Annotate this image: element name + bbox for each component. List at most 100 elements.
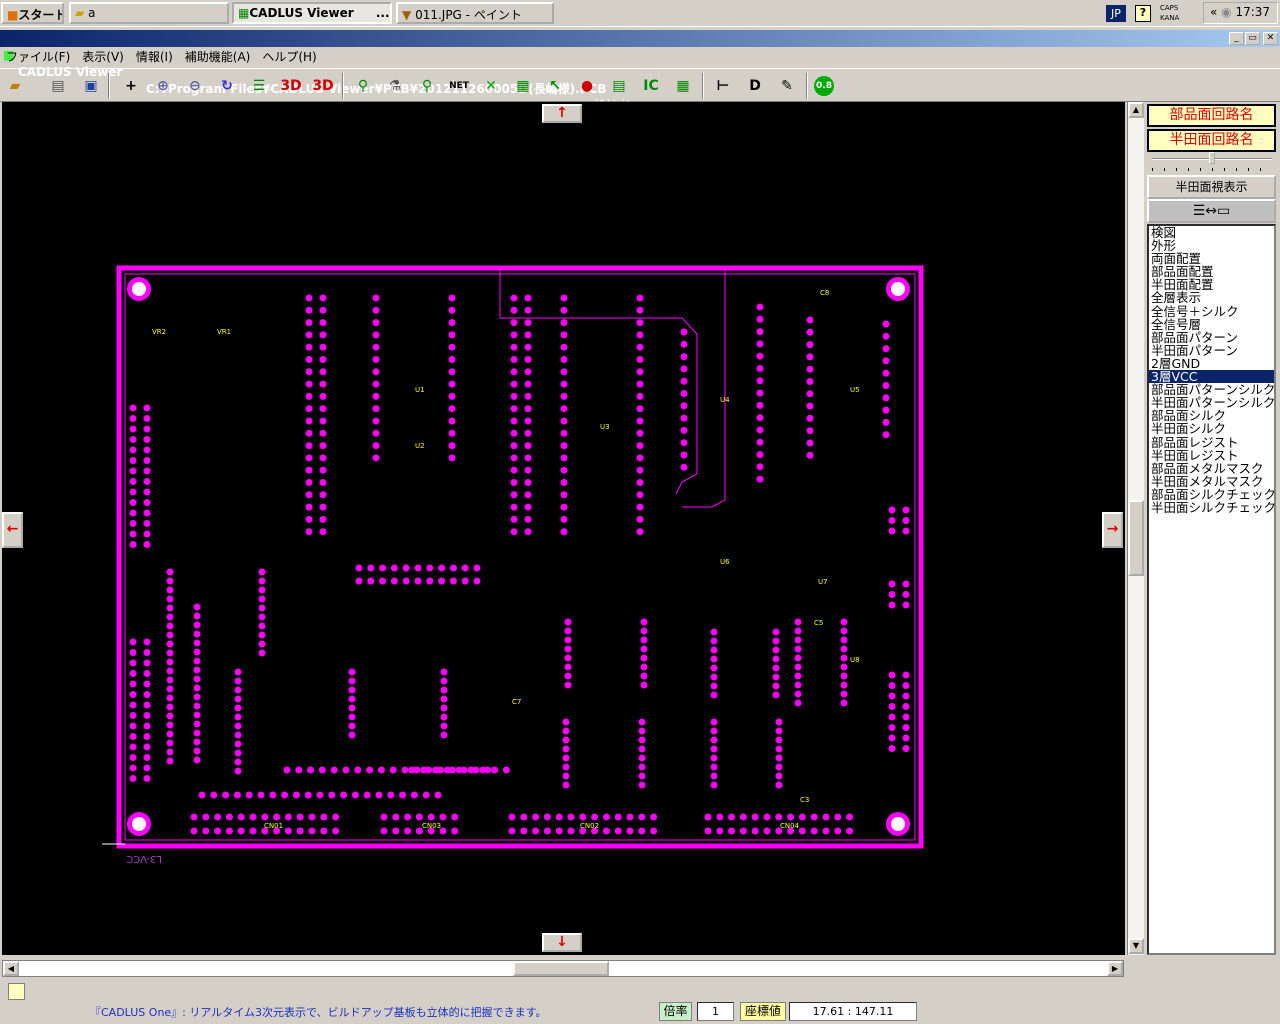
tray-expand-button[interactable]: « <box>1210 5 1217 19</box>
scroll-left-arrow-icon[interactable]: ◀ <box>3 961 19 976</box>
pad <box>710 664 718 672</box>
layer-item[interactable]: 半田面シルクチェック <box>1149 501 1274 514</box>
start-button[interactable]: ■スタート <box>1 2 64 24</box>
scroll-left-button[interactable]: ← <box>2 512 23 548</box>
pad <box>888 703 896 710</box>
layer-list[interactable]: 検図 外形 両面配置 部品面配置 半田面配置 全層表示 全信号＋シルク 全信号層 部品面パターン… <box>1147 224 1276 955</box>
slider-thumb[interactable] <box>1209 152 1215 164</box>
pad <box>166 685 174 693</box>
pad <box>318 766 326 774</box>
pcb-canvas[interactable]: CN01 CN02 CN03 CN04 C3 C5 C7 C8 U1 U2 U3 U4 U5 U6 U7 U8… <box>2 102 1125 955</box>
menu-view[interactable]: 表示(V) <box>82 50 124 64</box>
scroll-thumb[interactable] <box>1128 500 1144 576</box>
net-trace-icon[interactable]: ⚲ <box>350 74 376 98</box>
pad <box>129 743 137 751</box>
pad <box>249 827 257 835</box>
menu-help[interactable]: ヘルプ(H) <box>262 50 316 64</box>
horizontal-scrollbar[interactable]: ◀ ▶ <box>2 960 1124 977</box>
ratsnest-icon[interactable]: ✕ <box>478 74 504 98</box>
task-folder-a[interactable]: ▰ a <box>69 2 229 24</box>
pad <box>319 368 327 376</box>
comment-icon[interactable]: ✎ <box>774 74 800 98</box>
pad <box>372 454 380 462</box>
pad <box>510 380 518 388</box>
3d-view-icon[interactable]: 3D <box>310 74 336 98</box>
pad <box>794 636 802 644</box>
help-icon[interactable]: ? <box>1135 5 1151 22</box>
measure-icon[interactable]: ⊢ <box>710 74 736 98</box>
layer-item[interactable]: 部品面レジスト <box>1149 435 1274 448</box>
search-net-icon[interactable]: ⚲ <box>414 74 440 98</box>
print-icon[interactable]: ▤ <box>45 74 71 98</box>
task-cadlus-viewer[interactable]: ▦CADLUS Viewer ... <box>232 2 392 24</box>
minimize-button[interactable]: _ <box>1229 32 1244 45</box>
zoom-in-icon[interactable]: ⊕ <box>150 74 176 98</box>
ime-indicator[interactable]: JP <box>1106 5 1126 22</box>
layer-item[interactable]: 全層表示 <box>1149 291 1274 304</box>
menu-tools[interactable]: 補助機能(A) <box>185 50 251 64</box>
version-icon[interactable]: 0.8 <box>814 76 834 96</box>
scroll-up-arrow-icon[interactable]: ▲ <box>1128 102 1144 118</box>
close-button[interactable]: ✕ <box>1263 32 1278 45</box>
scroll-right-arrow-icon[interactable]: ▶ <box>1107 961 1123 976</box>
part-search-icon[interactable]: ▦ <box>670 74 696 98</box>
ic-search-icon[interactable]: IC <box>638 74 664 98</box>
pad <box>319 442 327 450</box>
zoom-out-icon[interactable]: ⊖ <box>182 74 208 98</box>
save-icon[interactable]: ▣ <box>78 74 104 98</box>
layer-item[interactable]: 半田面レジスト <box>1149 448 1274 461</box>
vertical-scrollbar[interactable]: ▲ ▼ <box>1127 102 1144 955</box>
microscope-icon[interactable]: ⚗ <box>382 74 408 98</box>
scroll-right-button[interactable]: → <box>1102 512 1123 548</box>
pad <box>372 429 380 437</box>
pad <box>636 405 644 413</box>
hscroll-thumb[interactable] <box>513 961 609 976</box>
layer-item[interactable]: 部品面メタルマスク <box>1149 462 1274 475</box>
restore-button[interactable]: ▭ <box>1245 32 1260 45</box>
scroll-up-button[interactable]: ↑ <box>542 104 582 123</box>
pointer-net-icon[interactable]: ↖ <box>542 74 568 98</box>
pad <box>166 658 174 666</box>
task-paint[interactable]: ▼ 011.JPG - ペイント <box>396 2 554 24</box>
3d-icon[interactable]: 3D <box>278 74 304 98</box>
pad <box>560 479 568 486</box>
pad <box>680 463 688 471</box>
layer-icon[interactable]: ☰ <box>246 74 272 98</box>
pad <box>510 491 518 499</box>
refresh-icon[interactable]: ↻ <box>214 74 240 98</box>
pad <box>532 813 540 821</box>
layer-item[interactable]: 半田面パターン <box>1149 344 1274 357</box>
layer-item[interactable]: 半田面シルク <box>1149 422 1274 435</box>
pad <box>372 319 380 327</box>
caps-kana-indicator[interactable]: CAPS KANA <box>1160 3 1179 23</box>
solder-side-view-button[interactable]: 半田面視表示 <box>1147 175 1276 199</box>
fit-icon[interactable]: + <box>118 74 144 98</box>
component-icon[interactable]: ▦ <box>510 74 536 98</box>
layer-item[interactable]: 半田面メタルマスク <box>1149 475 1274 488</box>
open-folder-icon[interactable]: ▰ <box>2 74 28 98</box>
layer-item[interactable]: 部品面シルクチェック <box>1149 488 1274 501</box>
pad <box>261 813 269 821</box>
part-list-icon[interactable]: ▤ <box>606 74 632 98</box>
menu-info[interactable]: 情報(I) <box>136 50 173 64</box>
menu-file[interactable]: ファイル(F) <box>6 50 70 64</box>
pad <box>510 356 518 363</box>
layer-item[interactable]: 全信号＋シルク <box>1149 304 1274 317</box>
layer-item[interactable]: 全信号層 <box>1149 318 1274 331</box>
pad <box>636 380 644 388</box>
scroll-down-button[interactable]: ↓ <box>542 933 582 952</box>
pad <box>426 577 434 585</box>
pad <box>355 577 363 585</box>
pad <box>281 791 289 799</box>
scroll-down-arrow-icon[interactable]: ▼ <box>1128 938 1144 954</box>
pad <box>562 763 570 771</box>
component-side-name-button[interactable]: 部品面回路名 <box>1147 104 1276 127</box>
volume-icon[interactable]: ◉ <box>1221 5 1231 19</box>
pad <box>166 586 174 594</box>
layer-item[interactable]: 部品面パターン <box>1149 331 1274 344</box>
net-list-icon[interactable]: NET <box>446 74 472 98</box>
solder-side-name-button[interactable]: 半田面回路名 <box>1147 129 1276 152</box>
pin-icon[interactable]: ● <box>574 74 600 98</box>
toggle-panel-button[interactable]: ☰↔▭ <box>1147 199 1276 223</box>
dimension-icon[interactable]: D <box>742 74 768 98</box>
